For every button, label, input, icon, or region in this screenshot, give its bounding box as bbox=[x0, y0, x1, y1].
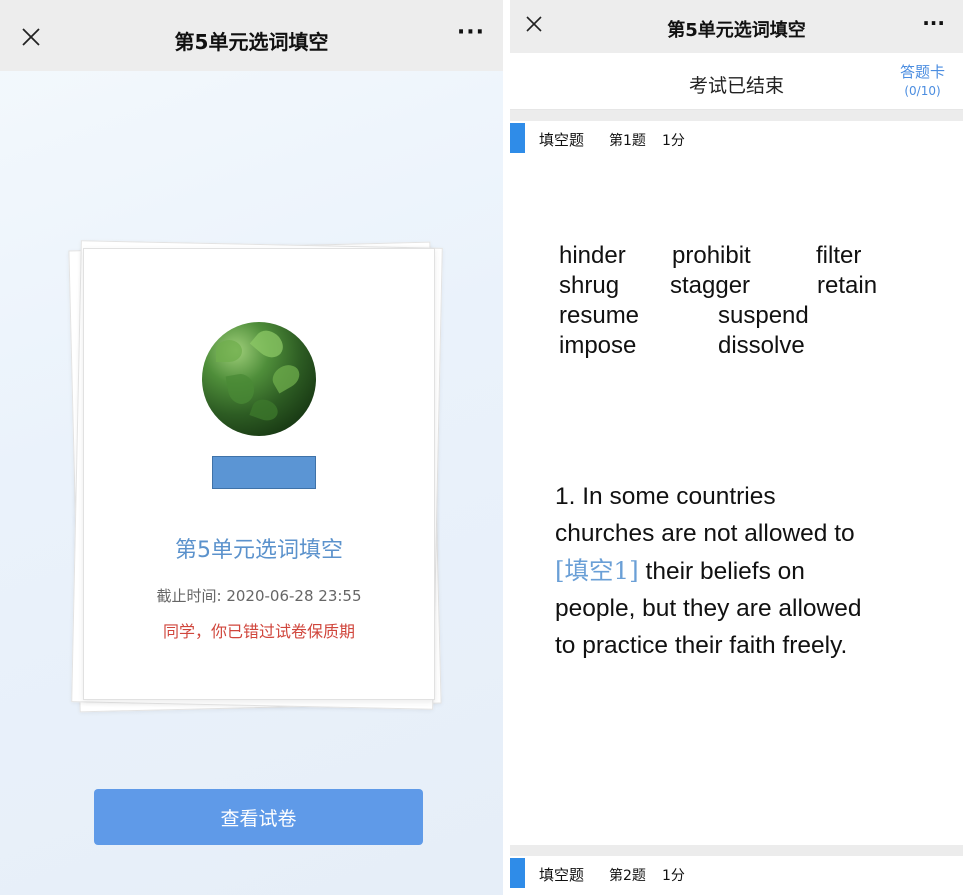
question-type: 填空题 bbox=[539, 131, 585, 149]
expired-warning: 同学，你已错过试卷保质期 bbox=[162, 622, 355, 641]
question-line-rest: their beliefs on bbox=[645, 558, 805, 585]
student-name-redacted bbox=[212, 456, 316, 489]
question-line: [填空1] their beliefs on bbox=[555, 552, 955, 590]
question-marker bbox=[510, 858, 525, 888]
deadline-value: 2020-06-28 23:55 bbox=[226, 587, 362, 605]
question-points: 1分 bbox=[662, 868, 685, 884]
word-bank-row: impose dissolve bbox=[559, 331, 899, 361]
word: impose bbox=[559, 332, 637, 359]
window-title: 第5单元选词填空 bbox=[667, 20, 806, 41]
exam-status: 考试已结束 bbox=[688, 75, 784, 97]
question-line: 1. In some countries bbox=[555, 483, 776, 510]
word: dissolve bbox=[718, 332, 805, 359]
question-type: 填空题 bbox=[539, 866, 585, 884]
view-paper-button[interactable]: 查看试卷 bbox=[94, 789, 423, 845]
exam-cover-panel: 第5单元选词填空 ··· 第5单元选词填空 截止时间: 2020-06-28 2… bbox=[0, 0, 503, 895]
question-text: 1. In some countries churches are not al… bbox=[555, 478, 955, 664]
blank-input[interactable]: [填空1] bbox=[555, 556, 639, 585]
window-title: 第5单元选词填空 bbox=[174, 30, 329, 54]
word: filter bbox=[816, 242, 862, 269]
question-line: people, but they are allowed bbox=[555, 595, 862, 622]
word: resume bbox=[559, 302, 640, 329]
word: prohibit bbox=[672, 242, 751, 269]
word-bank: hinder prohibit filter shrug stagger ret… bbox=[559, 241, 899, 361]
question-line: churches are not allowed to bbox=[555, 520, 855, 547]
more-icon[interactable]: ··· bbox=[922, 11, 945, 35]
question-header-2: 填空题 第2题 1分 bbox=[510, 858, 963, 888]
word: stagger bbox=[670, 272, 751, 299]
question-header-1: 填空题 第1题 1分 bbox=[510, 123, 963, 153]
deadline: 截止时间: 2020-06-28 23:55 bbox=[84, 585, 434, 606]
exam-card: 第5单元选词填空 截止时间: 2020-06-28 23:55 同学，你已错过试… bbox=[83, 248, 435, 700]
question-line: to practice their faith freely. bbox=[555, 632, 848, 659]
answer-card-count: (0/10) bbox=[904, 84, 941, 98]
answer-card-button[interactable]: 答题卡 (0/10) bbox=[900, 61, 945, 98]
question-points: 1分 bbox=[662, 133, 685, 149]
question-number: 第1题 bbox=[609, 133, 646, 149]
title-bar: 第5单元选词填空 ··· bbox=[0, 0, 503, 71]
word: shrug bbox=[559, 272, 620, 299]
word: retain bbox=[817, 272, 878, 299]
word-bank-row: shrug stagger retain bbox=[559, 271, 899, 301]
word: hinder bbox=[559, 242, 626, 269]
section-divider bbox=[510, 845, 963, 856]
title-bar: 第5单元选词填空 ··· bbox=[510, 0, 963, 53]
word-bank-row: hinder prohibit filter bbox=[559, 241, 899, 271]
question-number: 第2题 bbox=[609, 868, 646, 884]
avatar bbox=[202, 322, 316, 436]
exam-status-bar: 考试已结束 答题卡 (0/10) bbox=[510, 53, 963, 110]
exam-title: 第5单元选词填空 bbox=[175, 538, 343, 563]
exam-card-stack: 第5单元选词填空 截止时间: 2020-06-28 23:55 同学，你已错过试… bbox=[68, 238, 445, 713]
more-icon[interactable]: ··· bbox=[457, 20, 485, 45]
word: suspend bbox=[718, 302, 809, 329]
word-bank-row: resume suspend bbox=[559, 301, 899, 331]
question-marker bbox=[510, 123, 525, 153]
answer-card-label: 答题卡 bbox=[899, 63, 945, 81]
deadline-label: 截止时间: bbox=[156, 587, 222, 605]
section-divider bbox=[510, 110, 963, 121]
exam-paper-panel: 第5单元选词填空 ··· 考试已结束 答题卡 (0/10) 填空题 第1题 1分… bbox=[510, 0, 963, 895]
